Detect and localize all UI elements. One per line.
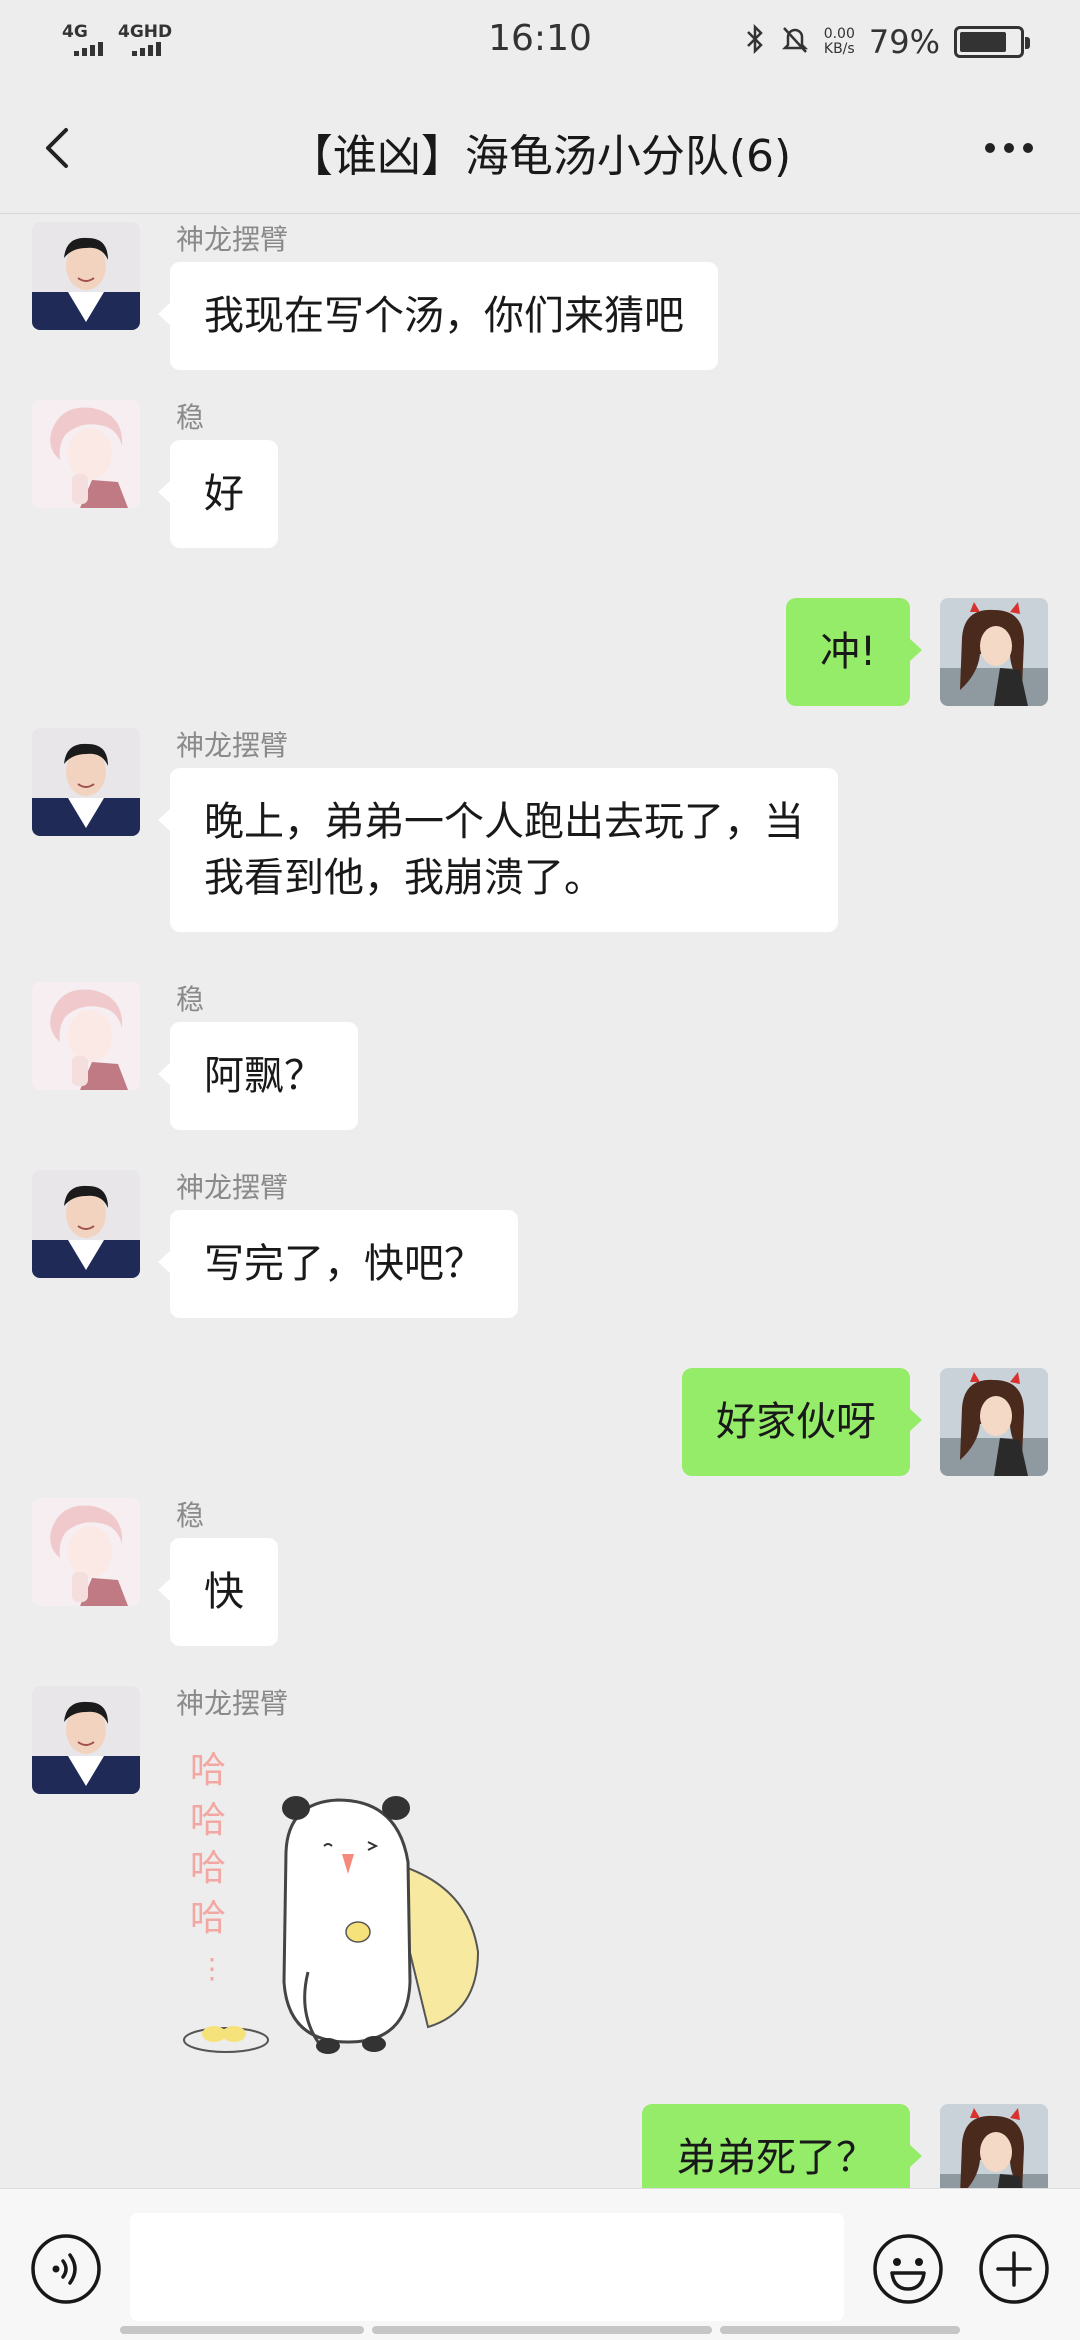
speed-value: 0.00 bbox=[823, 26, 855, 42]
avatar[interactable] bbox=[32, 400, 140, 508]
message-bubble[interactable]: 我现在写个汤，你们来猜吧 bbox=[158, 262, 718, 370]
mute-bell-icon bbox=[780, 24, 810, 61]
dot bbox=[1023, 143, 1033, 153]
chat-header: 【谁凶】海龟汤小分队(6) bbox=[0, 84, 1080, 214]
voice-button[interactable] bbox=[28, 2231, 104, 2307]
message-line: 晚上，弟弟一个人跑出去玩了，当 bbox=[204, 799, 804, 845]
message-bubble[interactable]: 快 bbox=[158, 1538, 278, 1646]
emoji-icon bbox=[873, 2234, 943, 2304]
voice-icon bbox=[31, 2234, 101, 2304]
back-button[interactable] bbox=[32, 118, 92, 178]
sender-name: 稳 bbox=[176, 401, 205, 434]
avatar[interactable] bbox=[32, 1170, 140, 1278]
message-bubble[interactable]: 写完了，快吧？ bbox=[158, 1210, 518, 1318]
sticker-panda-laughing[interactable]: 哈 哈 哈 哈 ⋮ bbox=[178, 1742, 498, 2062]
network-speed: 0.00 KB/s bbox=[824, 27, 855, 57]
more-options-button[interactable] bbox=[974, 118, 1044, 178]
sticker-text: 哈 bbox=[190, 1800, 226, 1841]
message-bubble[interactable]: 阿飘？ bbox=[158, 1022, 358, 1130]
avatar[interactable] bbox=[32, 728, 140, 836]
sender-name: 神龙摆臂 bbox=[176, 1687, 289, 1720]
input-bar bbox=[0, 2188, 1080, 2340]
speed-unit: KB/s bbox=[823, 41, 855, 57]
message-bubble[interactable]: 晚上，弟弟一个人跑出去玩了，当 我看到他，我崩溃了。 bbox=[158, 768, 838, 932]
avatar[interactable] bbox=[940, 598, 1048, 706]
bluetooth-icon bbox=[744, 23, 766, 61]
gesture-bar-segment bbox=[372, 2326, 712, 2334]
sticker-text: 哈 bbox=[190, 1848, 226, 1889]
sender-name: 神龙摆臂 bbox=[176, 223, 289, 256]
message-bubble[interactable]: 冲! bbox=[785, 598, 923, 706]
emoji-button[interactable] bbox=[870, 2231, 946, 2307]
status-bar: 4G 4GHD 16:10 0.00 KB/s 79% bbox=[0, 0, 1080, 84]
sticker-text: ⋮ bbox=[198, 1952, 226, 1985]
gesture-bar-segment bbox=[720, 2326, 960, 2334]
avatar[interactable] bbox=[32, 1498, 140, 1606]
avatar[interactable] bbox=[32, 1686, 140, 1794]
avatar[interactable] bbox=[940, 1368, 1048, 1476]
dot bbox=[1004, 143, 1014, 153]
sender-name: 稳 bbox=[176, 983, 205, 1016]
battery-percent: 79% bbox=[868, 23, 940, 61]
message-bubble[interactable]: 好 bbox=[158, 440, 278, 548]
sticker-text: 哈 bbox=[190, 1898, 226, 1939]
dot bbox=[985, 143, 995, 153]
message-bubble[interactable]: 弟弟死了？ bbox=[642, 2104, 922, 2188]
chevron-left-icon bbox=[46, 128, 68, 168]
sender-name: 神龙摆臂 bbox=[176, 1171, 289, 1204]
panda-sticker-image: 哈 哈 哈 哈 ⋮ bbox=[183, 1750, 480, 2054]
gesture-bar-segment bbox=[120, 2326, 364, 2334]
avatar[interactable] bbox=[32, 982, 140, 1090]
message-input[interactable] bbox=[130, 2213, 844, 2321]
sender-name: 神龙摆臂 bbox=[176, 729, 289, 762]
more-actions-button[interactable] bbox=[976, 2231, 1052, 2307]
plus-icon bbox=[979, 2234, 1049, 2304]
message-bubble[interactable]: 好家伙呀 bbox=[682, 1368, 922, 1476]
message-list[interactable]: 神龙摆臂 我现在写个汤，你们来猜吧 稳 好 冲! 神龙摆臂 晚上，弟弟一个人跑出… bbox=[0, 214, 1080, 2188]
avatar[interactable] bbox=[32, 222, 140, 330]
avatar[interactable] bbox=[940, 2104, 1048, 2188]
sender-name: 稳 bbox=[176, 1499, 205, 1532]
message-line: 我看到他，我崩溃了。 bbox=[204, 855, 604, 901]
battery-icon bbox=[954, 26, 1030, 58]
chat-title: 【谁凶】海龟汤小分队(6) bbox=[288, 131, 792, 182]
sticker-text: 哈 bbox=[190, 1750, 226, 1791]
